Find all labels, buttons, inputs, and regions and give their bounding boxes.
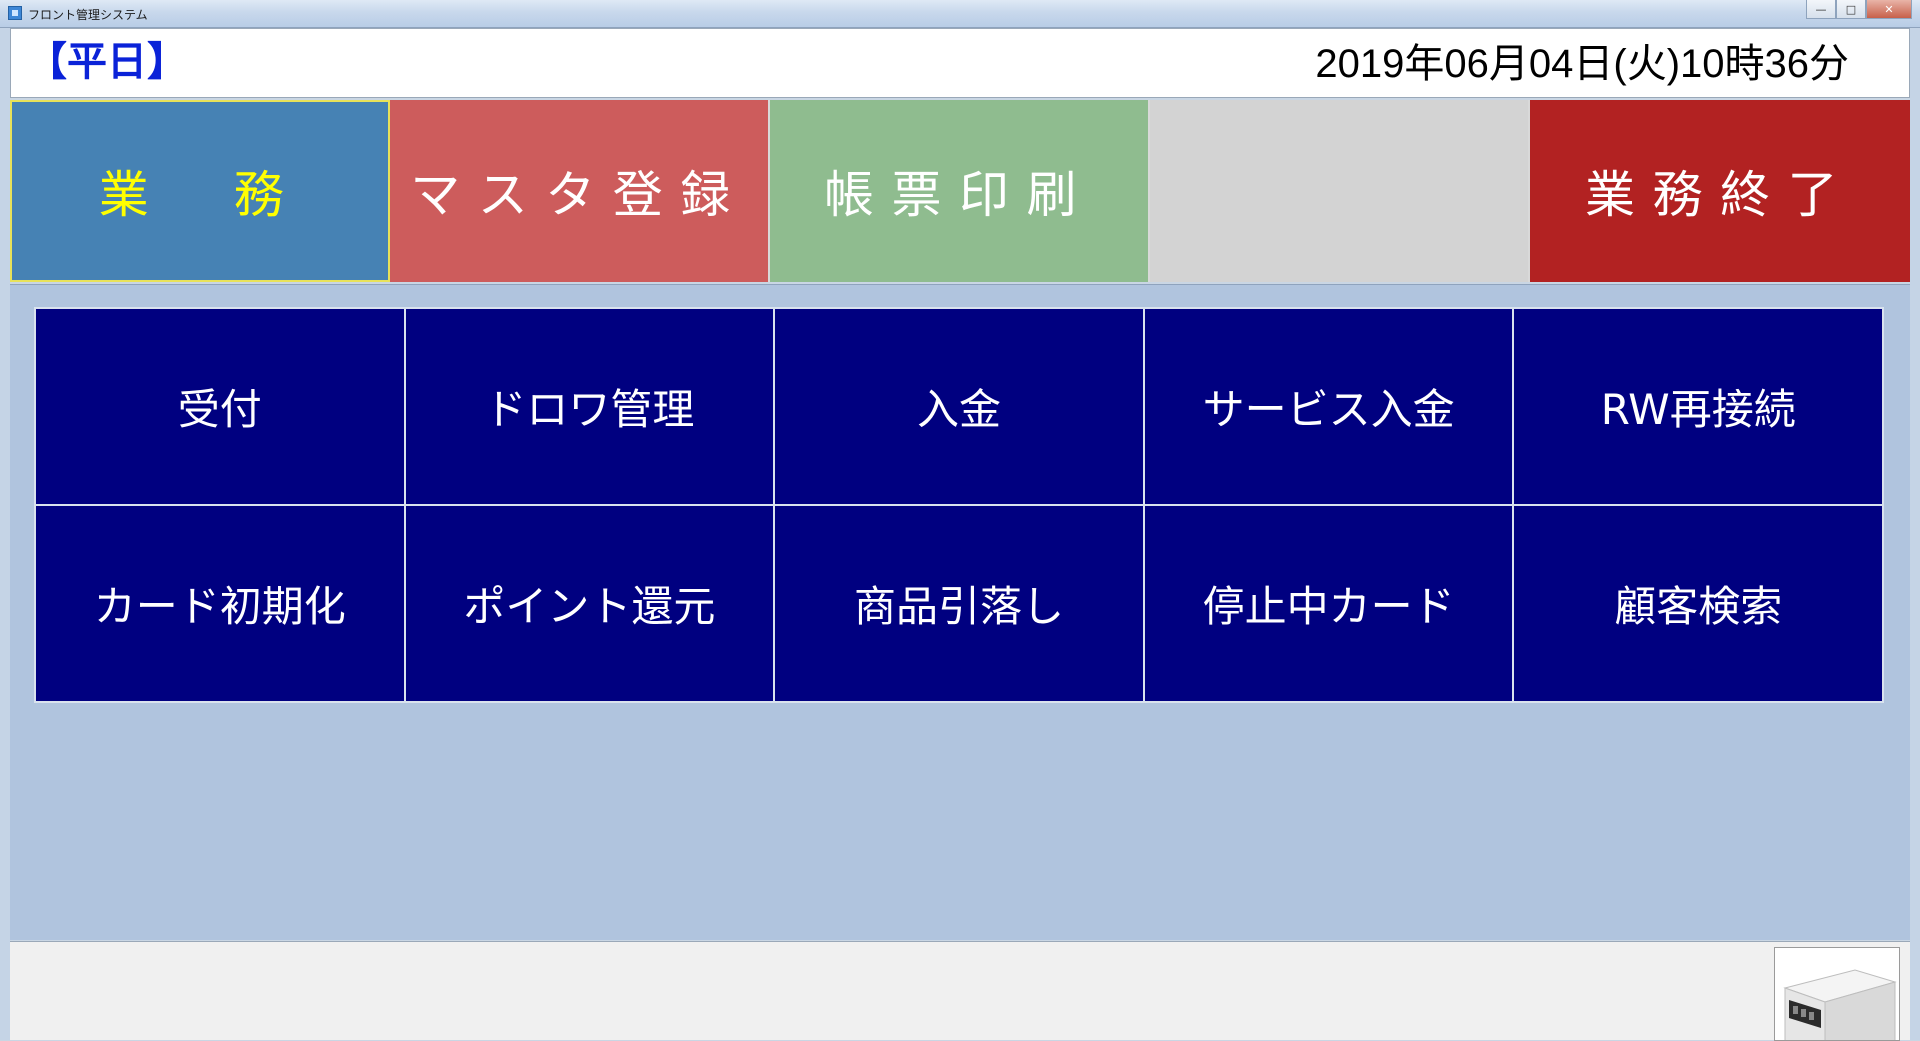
end-business-button[interactable]: 業務終了 xyxy=(1530,100,1910,282)
tab-blank xyxy=(1150,100,1530,282)
header-bar: 【平日】 2019年06月04日(火)10時36分 xyxy=(10,28,1910,98)
window-frame-right xyxy=(1910,28,1920,1040)
function-button-grid: 受付 ドロワ管理 入金 サービス入金 RW再接続 カード初期化 ポイント還元 商… xyxy=(34,307,1884,703)
window-title-bar[interactable]: フロント管理システム — □ ✕ xyxy=(0,0,1920,28)
window-title: フロント管理システム xyxy=(28,8,148,22)
tab-gyomu[interactable]: 業 務 xyxy=(10,100,390,282)
cash-drawer-icon xyxy=(1783,969,1897,1040)
window-frame-left xyxy=(0,28,10,1040)
main-panel: 受付 ドロワ管理 入金 サービス入金 RW再接続 カード初期化 ポイント還元 商… xyxy=(10,284,1910,940)
card-initialize-button[interactable]: カード初期化 xyxy=(36,506,404,701)
category-tabs: 業 務 マスタ登録 帳票印刷 業務終了 xyxy=(10,100,1910,282)
minimize-icon[interactable]: — xyxy=(1806,0,1836,19)
status-bar xyxy=(10,941,1910,1041)
cash-drawer-button[interactable] xyxy=(1774,947,1900,1041)
app-icon xyxy=(8,6,22,20)
service-deposit-button[interactable]: サービス入金 xyxy=(1144,309,1513,504)
point-redemption-button[interactable]: ポイント還元 xyxy=(405,506,774,701)
datetime-display: 2019年06月04日(火)10時36分 xyxy=(1315,42,1849,86)
tab-report-print[interactable]: 帳票印刷 xyxy=(770,100,1150,282)
rw-reconnect-button[interactable]: RW再接続 xyxy=(1514,309,1882,504)
customer-search-button[interactable]: 顧客検索 xyxy=(1514,506,1882,701)
close-icon[interactable]: ✕ xyxy=(1866,0,1912,19)
suspended-card-button[interactable]: 停止中カード xyxy=(1144,506,1513,701)
maximize-icon[interactable]: □ xyxy=(1836,0,1866,19)
deposit-button[interactable]: 入金 xyxy=(775,309,1143,504)
tab-master-registration[interactable]: マスタ登録 xyxy=(390,100,770,282)
window-controls: — □ ✕ xyxy=(1806,0,1912,20)
drawer-management-button[interactable]: ドロワ管理 xyxy=(405,309,774,504)
reception-button[interactable]: 受付 xyxy=(36,309,404,504)
product-debit-button[interactable]: 商品引落し xyxy=(775,506,1143,701)
day-type-label: 【平日】 xyxy=(27,39,187,85)
